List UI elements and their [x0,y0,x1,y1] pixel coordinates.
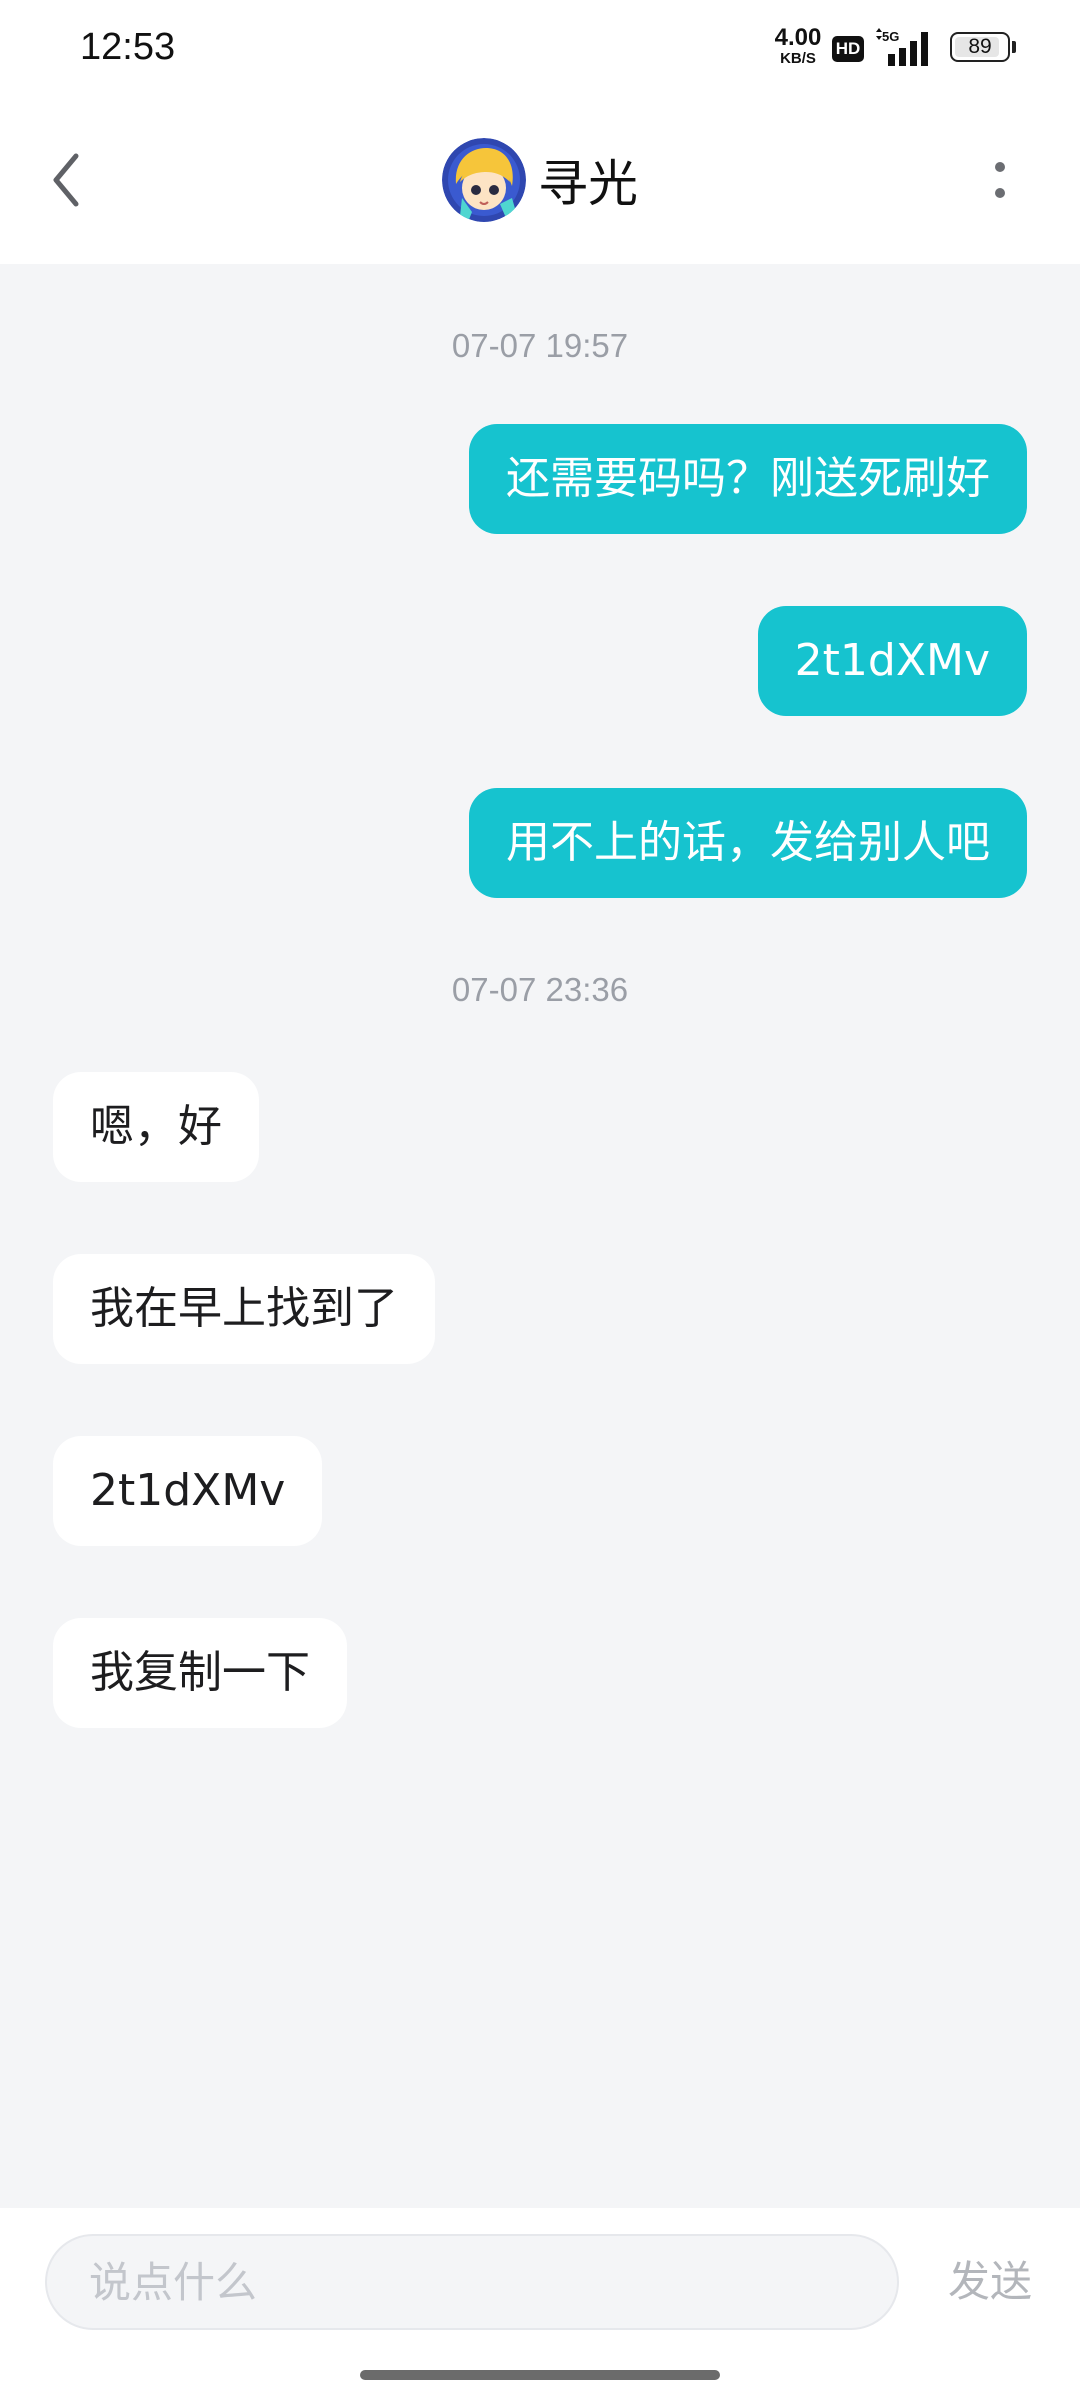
chat-title: 寻光 [538,155,638,213]
chevron-left-icon [53,153,79,207]
received-message-bubble[interactable]: 嗯，好 [53,1072,259,1182]
network-speed-unit: KB/S [780,50,816,67]
avatar-image [442,138,526,222]
sent-message-bubble[interactable]: 2t1dXMv [757,606,1027,716]
send-button[interactable]: 发送 [930,2234,1050,2330]
received-message-bubble[interactable]: 2t1dXMv [53,1436,323,1546]
network-speed: 4.00 KB/S [770,24,826,67]
sent-message-bubble[interactable]: 用不上的话，发给别人吧 [469,788,1027,898]
received-message-bubble[interactable]: 我在早上找到了 [53,1254,435,1364]
signal-icon: 5G [876,28,928,66]
chat-header: 寻光 [0,96,1080,264]
message-timestamp: 07-07 19:57 [451,327,629,364]
battery-icon: 89 [950,32,1016,62]
back-button[interactable] [36,140,96,220]
more-options-button[interactable] [970,140,1030,220]
status-time: 12:53 [80,26,176,68]
message-input[interactable] [45,2234,899,2330]
title-group: 寻光 [0,96,1080,264]
chat-screen: 12:53 4.00 KB/S HD 5G 89 寻光 07-07 19:57 … [0,0,1080,2400]
network-speed-value: 4.00 [774,24,822,51]
hd-badge: HD [832,36,864,62]
home-indicator[interactable] [360,2370,720,2380]
network-type-label: 5G [882,29,899,44]
sent-message-bubble[interactable]: 还需要码吗？刚送死刷好 [469,424,1027,534]
battery-level: 89 [968,35,992,58]
avatar[interactable] [442,138,526,222]
message-timestamp: 07-07 23:36 [451,971,629,1008]
status-bar: 12:53 4.00 KB/S HD 5G 89 [0,0,1080,96]
received-message-bubble[interactable]: 我复制一下 [53,1618,347,1728]
more-vertical-icon [995,162,1005,198]
battery-tip [1012,41,1016,53]
